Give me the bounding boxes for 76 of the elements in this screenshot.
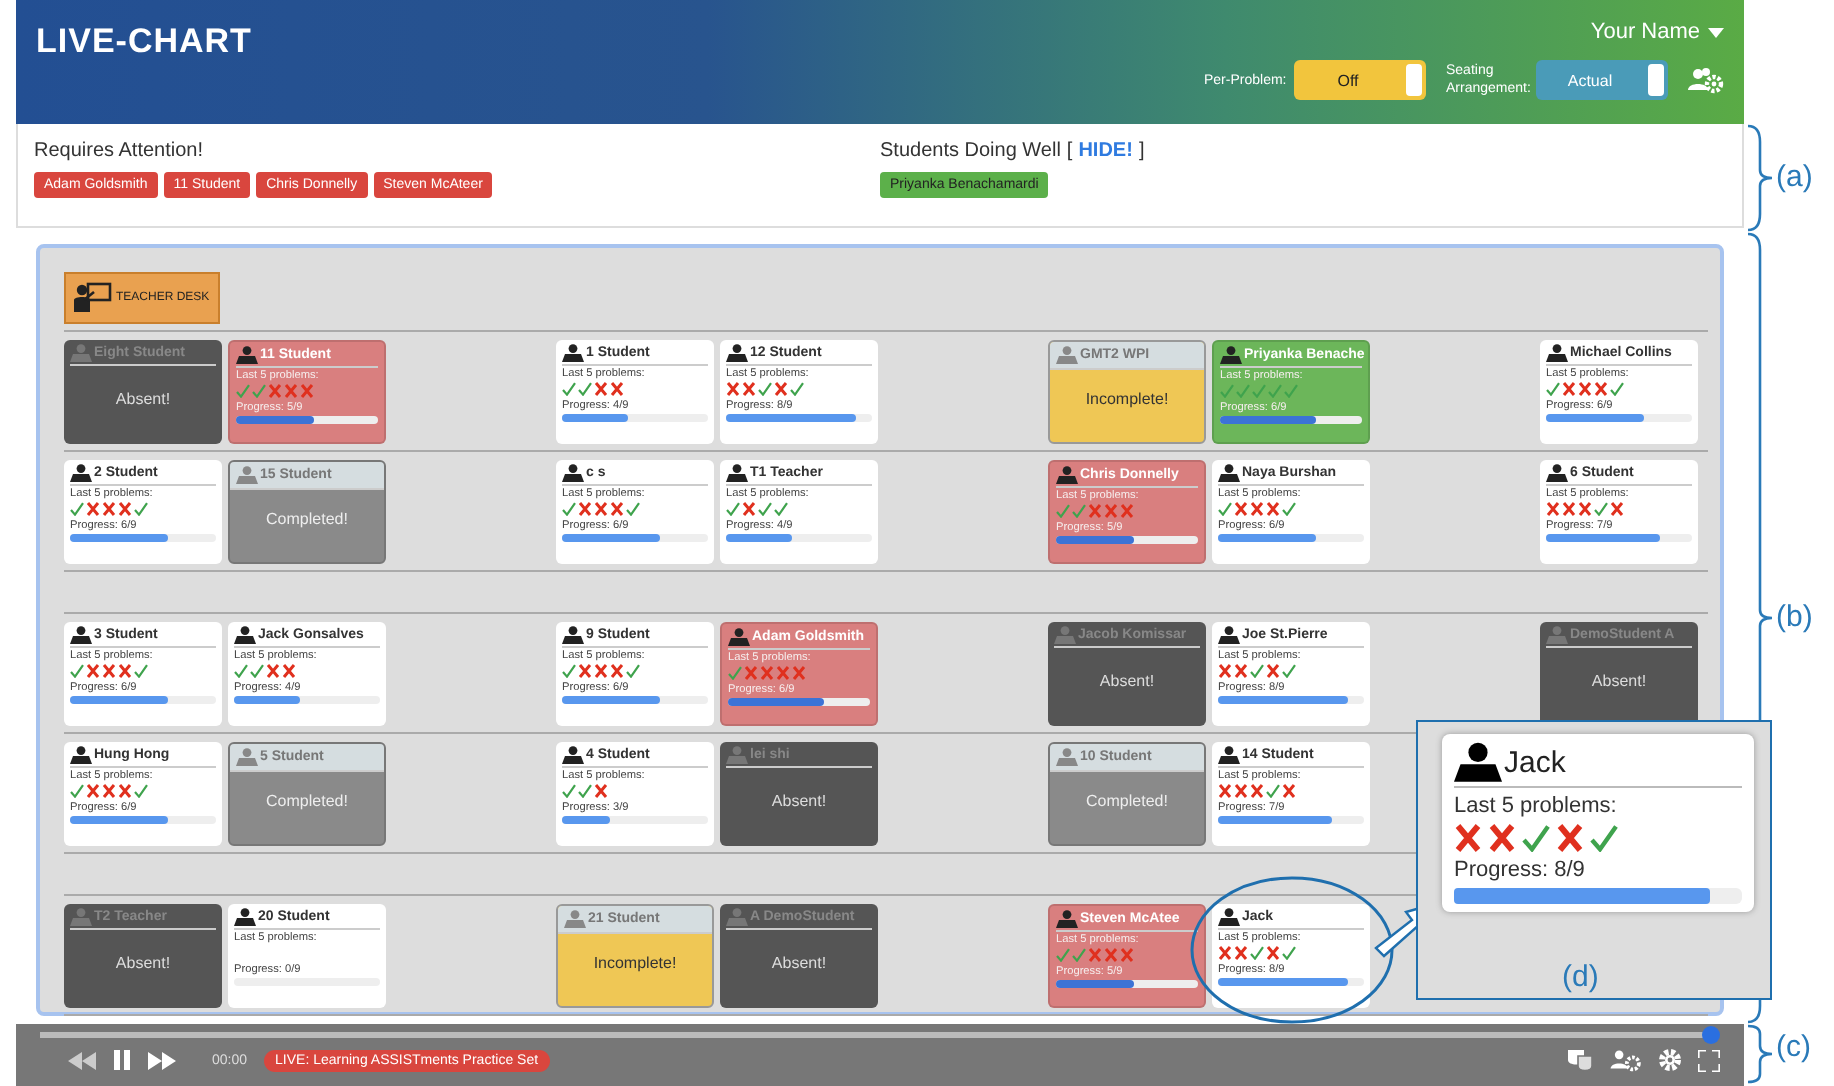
student-icon	[562, 626, 584, 644]
student-icon	[1220, 346, 1242, 364]
progress-bar	[1056, 980, 1198, 988]
student-icon	[236, 346, 258, 364]
status-text: Absent!	[771, 792, 827, 810]
user-menu[interactable]: Your Name	[1590, 20, 1724, 44]
hide-link[interactable]: HIDE!	[1078, 140, 1133, 162]
status-text: Incomplete!	[1085, 390, 1169, 408]
student-icon	[234, 626, 256, 644]
settings-icon[interactable]	[1658, 1048, 1682, 1072]
student-icon	[1054, 626, 1076, 644]
student-icon	[70, 464, 92, 482]
student-icon	[1546, 464, 1568, 482]
student-icon	[236, 466, 258, 484]
student-icon	[726, 746, 748, 764]
student-icon	[728, 628, 750, 646]
annotation-label: (d)	[1562, 960, 1599, 994]
student-icon	[1218, 746, 1240, 764]
student-name: Jack	[1504, 745, 1566, 779]
student-icon	[70, 626, 92, 644]
student-icon	[562, 746, 584, 764]
student-icon	[1218, 626, 1240, 644]
student-icon	[1056, 910, 1078, 928]
student-icon	[562, 464, 584, 482]
app-logo: LIVE-CHART	[36, 22, 252, 62]
student-icon	[1546, 344, 1568, 362]
student-icon	[1218, 464, 1240, 482]
status-text: Completed!	[1086, 792, 1168, 810]
student-icon	[564, 910, 586, 928]
caret-icon	[1708, 27, 1724, 37]
student-icon	[726, 908, 748, 926]
annotation-label: (c)	[1776, 1030, 1811, 1064]
progress-text: Progress: 8/9	[1454, 858, 1587, 882]
fullscreen-icon[interactable]	[1698, 1049, 1720, 1071]
teacher-icon	[72, 282, 112, 314]
mask-icon[interactable]	[1566, 1048, 1594, 1072]
student-icon	[70, 746, 92, 764]
annotation-label: (b)	[1776, 600, 1813, 634]
student-icon	[1056, 346, 1078, 364]
people-gear-icon[interactable]	[1610, 1048, 1642, 1072]
student-icon	[1546, 626, 1568, 644]
card-caption: Last 5 problems:	[1454, 794, 1619, 818]
pause-icon[interactable]	[112, 1050, 132, 1070]
student-icon	[1056, 466, 1078, 484]
toggle-switch[interactable]: Actual	[1536, 60, 1668, 100]
status-text: Incomplete!	[593, 954, 677, 972]
people-gear-icon[interactable]	[1688, 66, 1724, 94]
progress-bar	[1220, 416, 1362, 424]
progress-bar	[1056, 536, 1198, 544]
student-icon	[1454, 742, 1502, 782]
student-icon	[726, 344, 748, 362]
status-text: Absent!	[115, 390, 171, 408]
toggle-switch[interactable]: Off	[1294, 60, 1426, 100]
student-icon	[236, 748, 258, 766]
student-icon	[726, 464, 748, 482]
student-icon	[70, 908, 92, 926]
section-heading: Students Doing Well	[880, 140, 1061, 162]
status-text: Absent!	[115, 954, 171, 972]
status-text: Absent!	[1099, 672, 1155, 690]
bracket-text: [	[1066, 140, 1073, 162]
student-icon	[562, 344, 584, 362]
annotation-label: (a)	[1776, 160, 1813, 194]
student-icon	[1056, 748, 1078, 766]
fast-forward-icon[interactable]	[148, 1051, 176, 1069]
bracket-text: ]	[1138, 140, 1145, 162]
student-icon	[1218, 908, 1240, 926]
status-text: Absent!	[771, 954, 827, 972]
status-text: Absent!	[1591, 672, 1647, 690]
student-icon	[234, 908, 256, 926]
progress-bar	[236, 416, 378, 424]
status-text: Completed!	[266, 510, 348, 528]
section-heading: Requires Attention!	[34, 140, 205, 162]
progress-bar	[728, 698, 870, 706]
status-text: Completed!	[266, 792, 348, 810]
student-icon	[70, 344, 92, 362]
rewind-icon[interactable]	[68, 1051, 96, 1069]
